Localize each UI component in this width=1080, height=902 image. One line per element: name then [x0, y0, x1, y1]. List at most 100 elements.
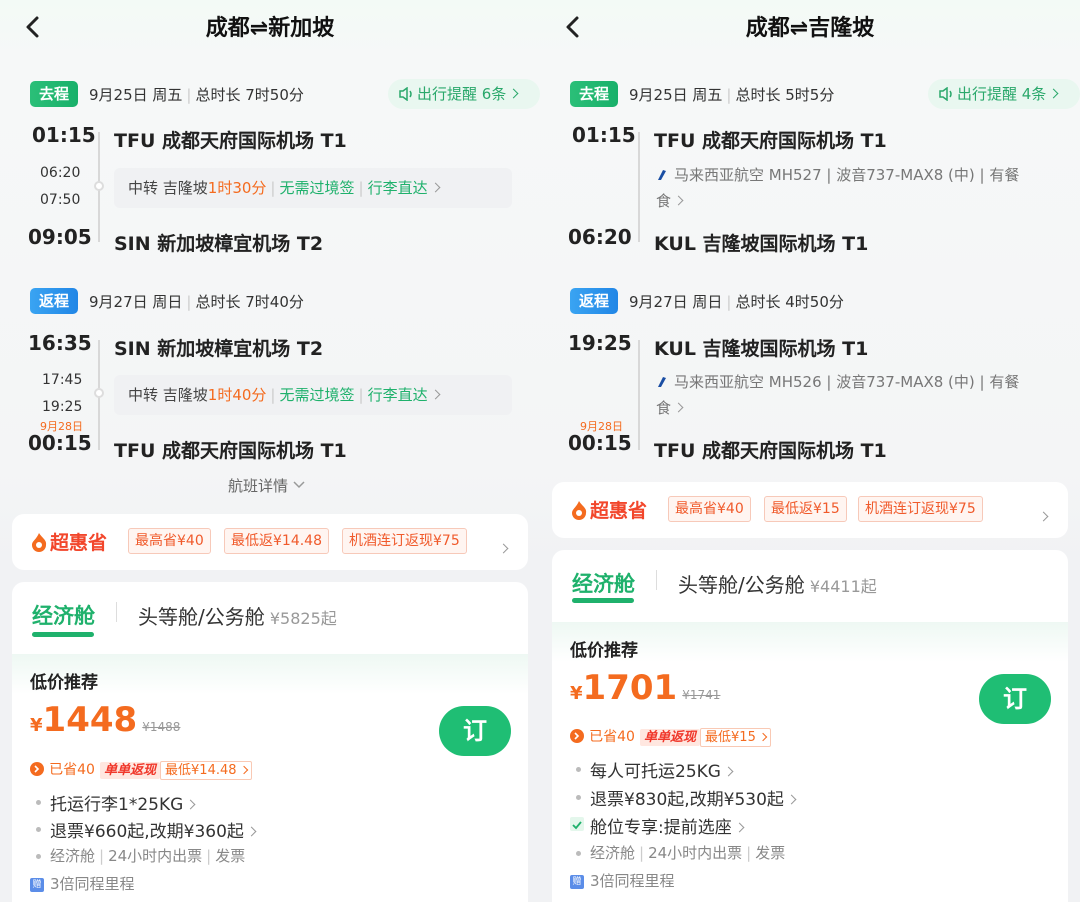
tab-indicator — [32, 632, 94, 637]
promo-bar[interactable]: 超惠省 最高省¥40 最低返¥15 机酒连订返现¥75 — [552, 482, 1068, 538]
tab-indicator — [572, 598, 634, 603]
low-price-offer: 低价推荐 ¥1448 ¥1488 订 已省40 单单返现 最低¥14.48 托运行… — [12, 654, 528, 902]
promo-chip: 最高省¥40 — [128, 528, 211, 554]
departure-time: 01:15 — [32, 123, 96, 147]
offer-label: 低价推荐 — [570, 641, 638, 661]
lowest-cashback-link[interactable]: 最低¥15 — [700, 728, 771, 747]
arrival-airport: KUL 吉隆坡国际机场 T1 — [654, 233, 869, 255]
timeline-stop-dot — [94, 181, 104, 191]
mileage-icon: 赠 — [570, 874, 584, 889]
offer-price: ¥1701 ¥1741 — [570, 668, 721, 708]
cabin-card: 经济舱 头等舱/公务舱 ¥4411起 低价推荐 ¥1701 ¥1741 订 已省… — [552, 550, 1068, 902]
tab-first-business[interactable]: 头等舱/公务舱 ¥4411起 — [678, 569, 877, 598]
promo-chip: 最高省¥40 — [668, 496, 751, 522]
return-arrival-time: 00:15 — [28, 431, 92, 455]
promo-chip: 机酒连订返现¥75 — [342, 528, 467, 554]
stop-arrival-time: 06:20 — [40, 165, 81, 181]
promo-chip: 机酒连订返现¥75 — [858, 496, 983, 522]
promo-chip: 最低返¥15 — [764, 496, 847, 522]
chevron-down-icon — [293, 481, 305, 489]
stop-arrival-time: 17:45 — [42, 372, 83, 388]
timeline-line — [638, 340, 640, 450]
travel-reminder-button[interactable]: 出行提醒 4条 — [928, 79, 1080, 109]
baggage-feature[interactable]: 每人可托运25KG — [590, 757, 734, 782]
timeline-line — [638, 132, 640, 242]
return-departure-airport: SIN 新加坡樟宜机场 T2 — [114, 338, 324, 360]
outbound-meta: 9月25日 周五 | 总时长 5时5分 — [629, 86, 835, 104]
airline-info[interactable]: 马来西亚航空 MH527 | 波音737-MAX8 (中) | 有餐食 — [656, 162, 1056, 214]
airline-info[interactable]: 马来西亚航空 MH526 | 波音737-MAX8 (中) | 有餐食 — [656, 369, 1056, 421]
page-title: 成都⇌吉隆坡 — [745, 16, 875, 41]
return-tag: 返程 — [30, 288, 78, 314]
stop-departure-time: 07:50 — [40, 192, 81, 208]
transfer-info[interactable]: 中转 吉隆坡1时30分 | 无需过境签 | 行李直达 — [114, 168, 512, 208]
offer-tags: 已省40 单单返现 最低¥15 — [570, 726, 771, 747]
promo-bar[interactable]: 超惠省 最高省¥40 最低返¥14.48 机酒连订返现¥75 — [12, 514, 528, 570]
outbound-meta: 9月25日 周五 | 总时长 7时50分 — [89, 86, 304, 104]
return-tag: 返程 — [570, 288, 618, 314]
seat-feature[interactable]: 舱位专享:提前选座 — [590, 813, 745, 838]
super-save-logo: 超惠省 — [30, 528, 107, 555]
departure-time: 01:15 — [572, 123, 636, 147]
chevron-right-icon — [185, 799, 196, 809]
arrival-time: 09:05 — [28, 225, 92, 249]
bullet — [36, 800, 41, 805]
bullet — [576, 795, 581, 800]
chevron-right-icon — [430, 182, 441, 193]
chevron-right-icon — [246, 826, 257, 836]
tab-economy[interactable]: 经济舱 — [32, 600, 95, 630]
cabin-card: 经济舱 头等舱/公务舱 ¥5825起 低价推荐 ¥1448 ¥1488 订 已省… — [12, 582, 528, 902]
tab-first-business[interactable]: 头等舱/公务舱 ¥5825起 — [138, 601, 337, 630]
travel-reminder-button[interactable]: 出行提醒 6条 — [388, 79, 540, 109]
fire-icon — [32, 533, 47, 552]
arrival-airport: SIN 新加坡樟宜机场 T2 — [114, 233, 324, 255]
chevron-right-icon — [1038, 511, 1049, 522]
ticket-info: 经济舱 | 24小时内出票 | 发票 — [590, 844, 786, 862]
return-arrival-time: 00:15 — [568, 431, 632, 455]
departure-airport: TFU 成都天府国际机场 T1 — [654, 130, 887, 152]
mileage-info: 赠 3倍同程里程 — [30, 873, 135, 894]
book-button[interactable]: 订 — [439, 706, 511, 756]
return-arrival-airport: TFU 成都天府国际机场 T1 — [114, 440, 347, 462]
saved-icon — [570, 729, 584, 743]
mileage-icon: 赠 — [30, 877, 44, 892]
transfer-info[interactable]: 中转 吉隆坡1时40分 | 无需过境签 | 行李直达 — [114, 375, 512, 415]
refund-feature[interactable]: 退票¥660起,改期¥360起 — [50, 817, 257, 842]
low-price-offer: 低价推荐 ¥1701 ¥1741 订 已省40 单单返现 最低¥15 每人可托运2… — [552, 622, 1068, 902]
outbound-tag: 去程 — [30, 81, 78, 107]
lowest-cashback-link[interactable]: 最低¥14.48 — [160, 761, 252, 780]
bullet — [576, 767, 581, 772]
chevron-right-icon — [430, 389, 441, 400]
bullet — [576, 851, 581, 856]
speaker-icon — [939, 86, 952, 102]
left-screen: 成都⇌新加坡 去程 9月25日 周五 | 总时长 7时50分 出行提醒 6条 01:… — [0, 0, 540, 902]
promo-chip: 最低返¥14.48 — [224, 528, 329, 554]
stop-departure-time: 19:25 — [42, 399, 83, 415]
chevron-right-icon — [673, 402, 684, 413]
outbound-tag: 去程 — [570, 81, 618, 107]
baggage-feature[interactable]: 托运行李1*25KG — [50, 790, 196, 815]
return-departure-time: 19:25 — [568, 331, 632, 355]
chevron-right-icon — [508, 88, 519, 99]
timeline-stop-dot — [94, 388, 104, 398]
flight-details-link[interactable]: 航班详情 — [228, 475, 305, 496]
refund-feature[interactable]: 退票¥830起,改期¥530起 — [590, 785, 797, 810]
return-departure-time: 16:35 — [28, 331, 92, 355]
arrival-time: 06:20 — [568, 225, 632, 249]
offer-label: 低价推荐 — [30, 673, 98, 693]
chevron-right-icon — [786, 794, 797, 804]
chevron-right-icon — [498, 543, 509, 554]
bullet — [36, 827, 41, 832]
chevron-right-icon — [734, 822, 745, 832]
tab-divider — [116, 602, 117, 622]
fire-icon — [572, 501, 587, 520]
chevron-right-icon — [1048, 88, 1059, 99]
chevron-right-icon — [673, 195, 684, 206]
departure-airport: TFU 成都天府国际机场 T1 — [114, 130, 347, 152]
tab-economy[interactable]: 经济舱 — [572, 568, 635, 598]
airline-logo-icon — [658, 377, 666, 387]
book-button[interactable]: 订 — [979, 674, 1051, 724]
tab-divider — [656, 570, 657, 590]
offer-price: ¥1448 ¥1488 — [30, 700, 181, 740]
return-arrival-airport: TFU 成都天府国际机场 T1 — [654, 440, 887, 462]
